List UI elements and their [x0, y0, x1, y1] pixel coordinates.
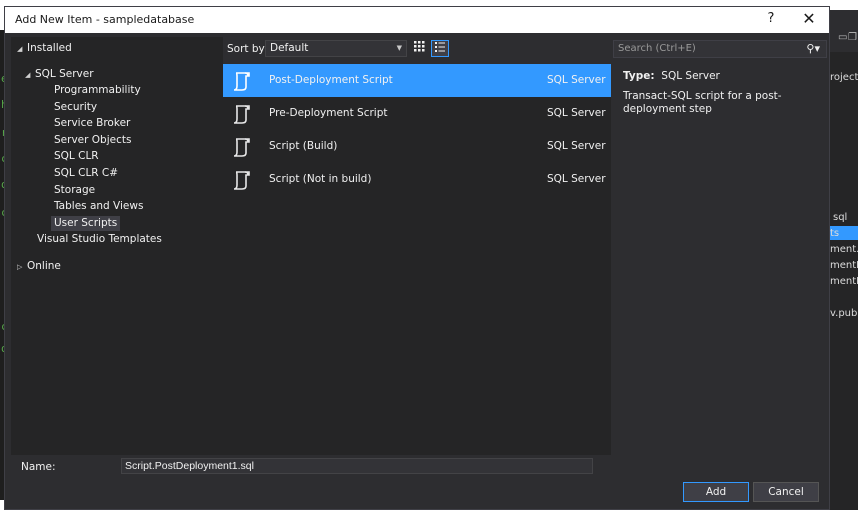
sql-script-icon: [233, 72, 250, 91]
sort-by-value: Default: [270, 42, 309, 54]
close-button[interactable]: ✕: [801, 9, 817, 28]
collapse-icon[interactable]: ▭: [838, 32, 847, 43]
tree-node-label: Installed: [27, 42, 72, 54]
search-icon[interactable]: ⚲▾: [806, 41, 820, 57]
template-row-post-deployment-script[interactable]: Post-Deployment Script SQL Server: [223, 64, 611, 97]
help-button[interactable]: ?: [763, 11, 779, 26]
template-name: Pre-Deployment Script: [269, 107, 388, 119]
tree-node-visual-studio-templates[interactable]: Visual Studio Templates: [37, 232, 162, 247]
template-name: Script (Build): [269, 140, 338, 152]
cancel-button[interactable]: Cancel: [753, 482, 819, 502]
add-button[interactable]: Add: [683, 482, 749, 502]
template-type: SQL Server: [547, 140, 606, 152]
details-description: Transact-SQL script for a post-deploymen…: [623, 90, 782, 115]
template-name: Post-Deployment Script: [269, 74, 393, 86]
name-input[interactable]: [121, 458, 593, 474]
template-details-panel: Type: SQL Server Transact-SQL script for…: [613, 64, 829, 455]
grid-view-icon: [414, 41, 425, 52]
medium-icons-view-button[interactable]: [410, 40, 428, 57]
restore-icon[interactable]: ❐: [848, 32, 857, 43]
list-view-icon: [435, 42, 445, 52]
solution-explorer-item[interactable]: sql: [833, 212, 858, 223]
tree-node-label: Online: [27, 260, 61, 272]
template-row-pre-deployment-script[interactable]: Pre-Deployment Script SQL Server: [223, 97, 611, 130]
tree-node-server-objects[interactable]: Server Objects: [54, 133, 131, 148]
sql-script-icon: [233, 171, 250, 190]
expanded-triangle-icon[interactable]: ◢: [25, 68, 35, 83]
tree-node-security[interactable]: Security: [54, 100, 97, 115]
solution-explorer-item[interactable]: ts: [830, 228, 858, 239]
tree-node-storage[interactable]: Storage: [54, 183, 95, 198]
tree-node-online[interactable]: ▷ Online: [17, 259, 61, 274]
details-type-value: SQL Server: [661, 70, 720, 82]
sort-by-select[interactable]: Default ▼: [265, 40, 407, 57]
tree-node-label: SQL Server: [35, 68, 94, 80]
template-list: Post-Deployment Script SQL Server Pre-De…: [223, 64, 611, 455]
tree-node-sql-clr[interactable]: SQL CLR: [54, 149, 99, 164]
dialog-titlebar[interactable]: Add New Item - sampledatabase ? ✕: [5, 7, 829, 33]
tree-node-programmability[interactable]: Programmability: [54, 83, 141, 98]
search-input[interactable]: Search (Ctrl+E) ⚲▾: [613, 40, 827, 58]
solution-explorer-item[interactable]: mentE: [830, 276, 858, 287]
expanded-triangle-icon[interactable]: ◢: [17, 42, 27, 57]
dialog-title: Add New Item - sampledatabase: [15, 13, 195, 26]
template-type: SQL Server: [547, 173, 606, 185]
details-type-label: Type:: [623, 70, 655, 82]
small-icons-list-view-button[interactable]: [431, 40, 449, 57]
solution-explorer-item[interactable]: ment.: [830, 244, 858, 255]
tree-node-installed[interactable]: ◢ Installed: [17, 41, 72, 56]
category-tree: ◢ Installed ◢ SQL Server Programmability S…: [11, 37, 223, 455]
dropdown-arrow-icon: ▼: [396, 44, 402, 52]
details-type: Type: SQL Server: [623, 70, 720, 82]
sql-script-icon: [233, 105, 250, 124]
tree-node-user-scripts[interactable]: User Scripts: [51, 216, 121, 231]
template-name: Script (Not in build): [269, 173, 372, 185]
template-row-script-not-in-build[interactable]: Script (Not in build) SQL Server: [223, 163, 611, 196]
template-type: SQL Server: [547, 74, 606, 86]
collapsed-triangle-icon[interactable]: ▷: [17, 260, 27, 275]
solution-explorer-toolbar: ▭ ❐: [828, 10, 858, 52]
tree-node-sql-clr-csharp[interactable]: SQL CLR C#: [54, 166, 118, 181]
solution-explorer-item[interactable]: mentD: [830, 260, 858, 271]
template-type: SQL Server: [547, 107, 606, 119]
add-new-item-dialog: Add New Item - sampledatabase ? ✕ ◢ Insta…: [4, 6, 830, 510]
tree-node-service-broker[interactable]: Service Broker: [54, 116, 130, 131]
search-placeholder: Search (Ctrl+E): [618, 43, 696, 54]
tree-node-sql-server[interactable]: ◢ SQL Server: [25, 67, 94, 82]
solution-explorer-item[interactable]: roject: [830, 72, 858, 83]
tree-node-tables-and-views[interactable]: Tables and Views: [54, 199, 143, 214]
sql-script-icon: [233, 138, 250, 157]
solution-explorer-item[interactable]: v.pub: [830, 308, 858, 319]
template-row-script-build[interactable]: Script (Build) SQL Server: [223, 130, 611, 163]
sort-by-label: Sort by:: [227, 43, 268, 55]
name-label: Name:: [21, 461, 56, 473]
